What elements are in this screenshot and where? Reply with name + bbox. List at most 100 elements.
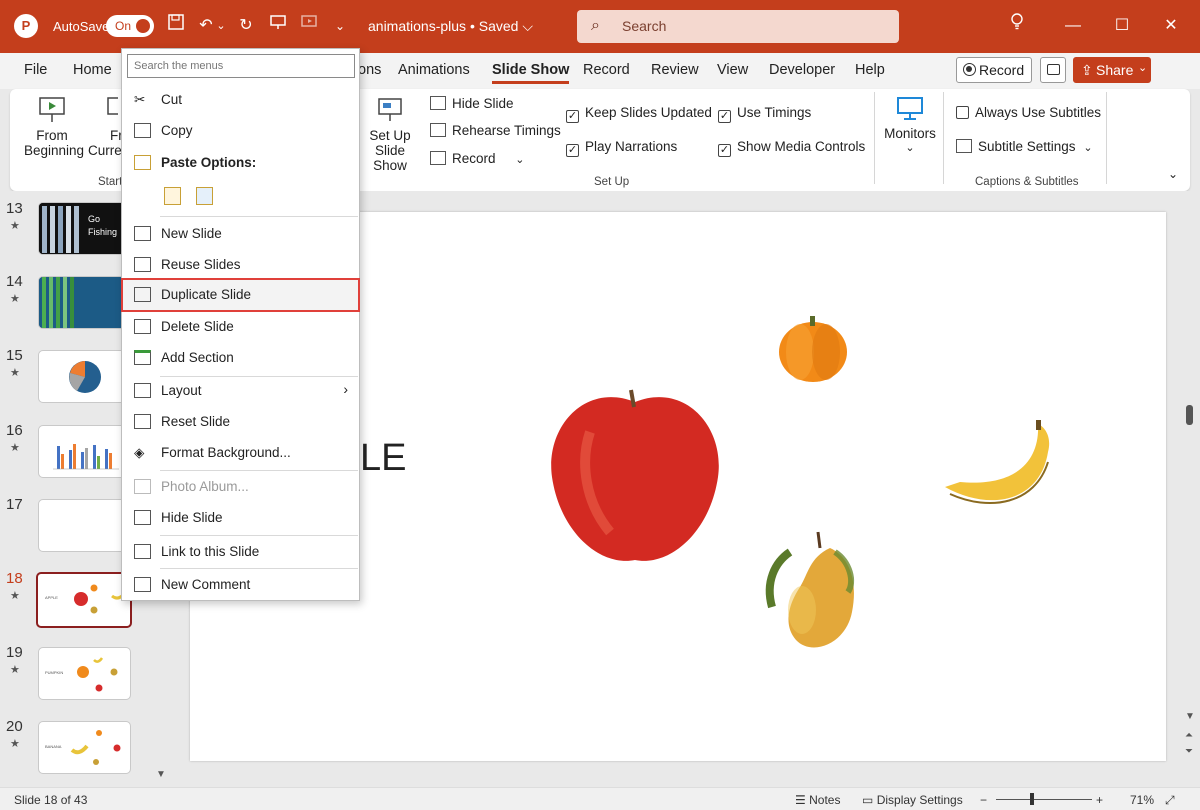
record-label: Record xyxy=(452,151,496,166)
menu-item-label: New Slide xyxy=(161,226,222,241)
menu-item-reuse-slides[interactable]: Reuse Slides xyxy=(123,251,358,279)
collapse-ribbon-icon[interactable]: ⌄ xyxy=(1168,167,1178,181)
tab-help[interactable]: Help xyxy=(855,62,885,78)
tab-view[interactable]: View xyxy=(717,62,748,78)
status-bar: Slide 18 of 43 ☰ Notes ▭ Display Setting… xyxy=(0,787,1200,810)
document-title[interactable]: animations-plus • Saved ⌵ xyxy=(368,18,533,35)
next-slide-icon[interactable]: ⏷ xyxy=(1185,746,1193,757)
menu-item-label: Format Background... xyxy=(161,445,291,460)
rehearse-timings-icon xyxy=(430,123,446,137)
play-from-current-icon[interactable] xyxy=(296,13,322,39)
menu-paste-options-header: Paste Options: xyxy=(123,149,358,177)
slide-scrollbar[interactable]: ▼ ⏶ ⏷ xyxy=(1180,191,1200,787)
scroll-down-arrow-icon[interactable]: ▼ xyxy=(1185,711,1195,722)
redo-icon[interactable]: ↻ xyxy=(233,13,259,39)
customize-qat-icon[interactable]: ⌄ xyxy=(327,13,353,39)
slide-thumbnail-19[interactable]: PUMPKIN xyxy=(38,647,131,700)
menu-item-label: Reuse Slides xyxy=(161,257,241,272)
slide-thumbnail-20[interactable]: BANANA xyxy=(38,721,131,774)
setup-slideshow-button[interactable]: Set Up Slide Show xyxy=(360,95,420,173)
display-settings-label: Display Settings xyxy=(876,793,963,807)
present-from-current-icon xyxy=(107,97,128,115)
close-icon[interactable]: ✕ xyxy=(1151,12,1191,40)
tab-home[interactable]: Home xyxy=(73,62,112,78)
share-button[interactable]: ⇪ Share ⌄ xyxy=(1073,57,1151,83)
ribbon-divider xyxy=(874,92,875,184)
menu-item-hide-slide[interactable]: Hide Slide xyxy=(123,504,358,532)
chevron-right-icon: › xyxy=(343,381,348,397)
paste-as-picture-icon[interactable] xyxy=(196,187,213,205)
from-beginning-button[interactable]: From Beginning xyxy=(24,95,85,158)
slide-thumbnail-18[interactable]: APPLE xyxy=(36,572,132,628)
hide-slide-button[interactable]: Hide Slide xyxy=(430,96,514,111)
copy-icon xyxy=(134,123,151,138)
slide-thumbnail-14[interactable] xyxy=(38,276,131,329)
fit-to-window-icon[interactable]: ⤢ xyxy=(1165,793,1175,808)
layout-icon xyxy=(134,383,151,398)
paste-use-destination-theme-icon[interactable] xyxy=(164,187,181,205)
autosave-toggle[interactable]: On xyxy=(106,15,154,37)
display-settings-button[interactable]: ▭ Display Settings xyxy=(862,793,963,807)
scroll-down-arrow-icon[interactable]: ▼ xyxy=(156,769,166,780)
tab-file[interactable]: File xyxy=(24,62,47,78)
slide-thumbnail-17[interactable] xyxy=(38,499,131,552)
autosave-state: On xyxy=(115,19,132,33)
pumpkin-image xyxy=(779,316,847,382)
zoom-slider-track[interactable] xyxy=(996,799,1092,800)
rehearse-timings-button[interactable]: Rehearse Timings xyxy=(430,123,561,138)
from-beginning-line2: Beginning xyxy=(24,143,85,158)
always-use-subtitles-checkbox[interactable]: Always Use Subtitles xyxy=(956,105,1101,120)
menu-item-format-background[interactable]: ◈ Format Background... xyxy=(123,439,358,467)
always-subtitles-label: Always Use Subtitles xyxy=(975,105,1102,120)
maximize-icon[interactable]: ☐ xyxy=(1102,12,1142,40)
use-timings-checkbox[interactable]: ✓ Use Timings xyxy=(718,105,811,123)
zoom-level[interactable]: 71% xyxy=(1130,793,1154,807)
menu-item-cut[interactable]: ✂ Cut xyxy=(123,86,358,114)
present-icon[interactable] xyxy=(265,13,291,39)
lightbulb-icon[interactable] xyxy=(997,12,1037,40)
tab-animations[interactable]: Animations xyxy=(398,62,470,78)
tab-developer[interactable]: Developer xyxy=(769,62,835,78)
setup-line2: Slide Show xyxy=(373,143,407,173)
tab-record[interactable]: Record xyxy=(583,62,630,78)
menu-item-link-to-slide[interactable]: Link to this Slide xyxy=(123,538,358,566)
slide-thumbnail-16[interactable] xyxy=(38,425,131,478)
menu-item-reset-slide[interactable]: Reset Slide xyxy=(123,408,358,436)
play-narrations-checkbox[interactable]: ✓ Play Narrations xyxy=(566,139,677,157)
menu-item-add-section[interactable]: Add Section xyxy=(123,344,358,372)
menu-item-layout[interactable]: Layout › xyxy=(123,377,358,405)
search-box[interactable]: ⌕ Search xyxy=(577,10,899,43)
menu-item-copy[interactable]: Copy xyxy=(123,117,358,145)
monitors-button[interactable]: Monitors ⌄ xyxy=(882,95,938,154)
tab-transitions[interactable]: ons xyxy=(358,62,381,78)
show-media-controls-checkbox[interactable]: ✓ Show Media Controls xyxy=(718,139,865,157)
keep-slides-updated-checkbox[interactable]: ✓ Keep Slides Updated xyxy=(566,105,712,123)
slide-thumbnail-15[interactable] xyxy=(38,350,131,403)
menu-item-new-slide[interactable]: New Slide xyxy=(123,220,358,248)
tab-slide-show[interactable]: Slide Show xyxy=(492,62,570,84)
zoom-in-button[interactable]: + xyxy=(1096,793,1103,807)
menu-item-duplicate-slide[interactable]: Duplicate Slide xyxy=(121,278,360,312)
subtitle-settings-button[interactable]: Subtitle Settings ⌄ xyxy=(956,139,1093,154)
record-button[interactable]: Record xyxy=(956,57,1032,83)
previous-slide-icon[interactable]: ⏶ xyxy=(1185,730,1193,741)
tab-review[interactable]: Review xyxy=(651,62,699,78)
minimize-icon[interactable]: — xyxy=(1053,12,1093,40)
scrollbar-thumb[interactable] xyxy=(1186,405,1193,425)
menu-item-label: Reset Slide xyxy=(161,414,231,429)
hide-slide-label: Hide Slide xyxy=(452,96,514,111)
comments-button[interactable] xyxy=(1040,57,1066,83)
slide-thumbnail-13[interactable]: Go Fishing xyxy=(38,202,131,255)
slide-number: 15 xyxy=(6,347,23,364)
record-dropdown-button[interactable]: Record ⌄ xyxy=(430,151,525,166)
menu-item-delete-slide[interactable]: Delete Slide xyxy=(123,313,358,341)
save-icon[interactable] xyxy=(163,13,189,39)
undo-dropdown-icon[interactable]: ⌄ xyxy=(214,13,228,39)
menu-search-input[interactable]: Search the menus xyxy=(127,54,355,78)
zoom-out-button[interactable]: − xyxy=(980,793,987,807)
notes-icon: ☰ xyxy=(795,793,806,807)
menu-item-label: Layout xyxy=(161,383,202,398)
zoom-slider-thumb[interactable] xyxy=(1030,793,1034,805)
notes-button[interactable]: ☰ Notes xyxy=(795,793,840,807)
menu-item-new-comment[interactable]: New Comment xyxy=(123,571,358,599)
